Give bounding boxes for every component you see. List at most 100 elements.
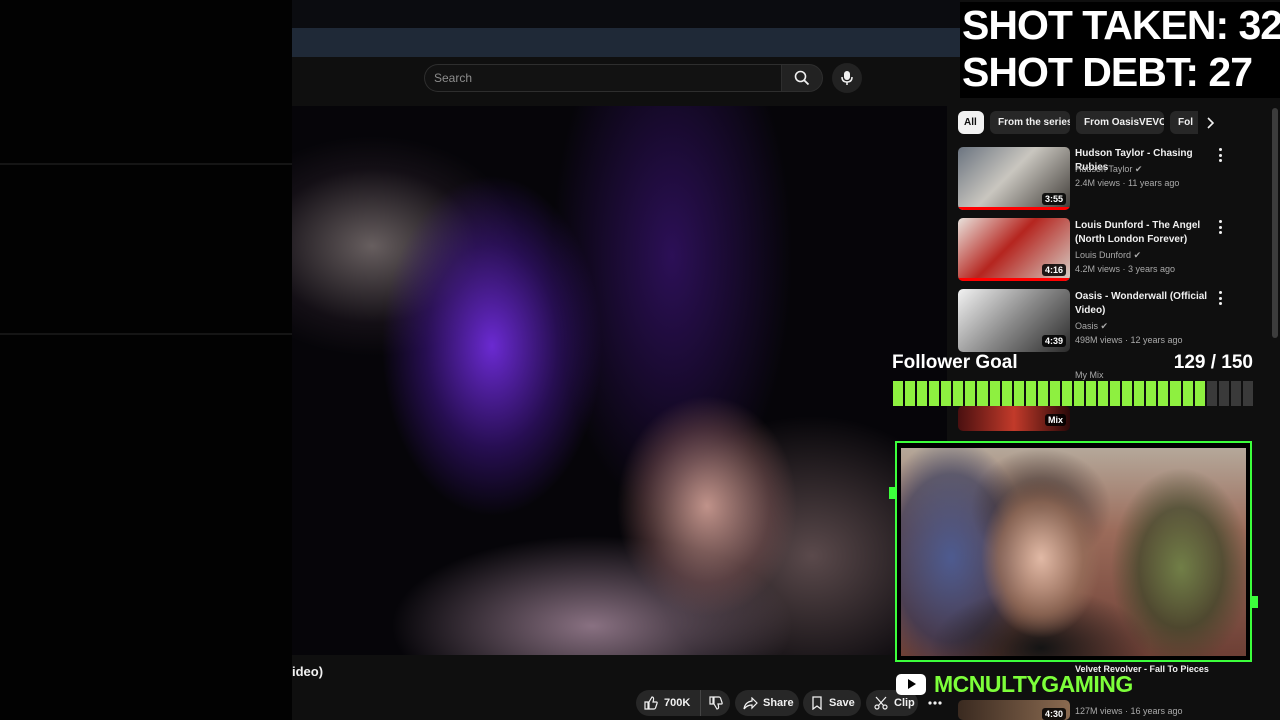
- goal-segment: [1122, 381, 1133, 406]
- browser-address-bar[interactable]: [292, 28, 960, 57]
- video-duration: 4:30: [1041, 708, 1066, 720]
- sidebar-scrollbar[interactable]: [1272, 108, 1278, 338]
- like-dislike-group: 700K: [636, 690, 730, 716]
- chip-all[interactable]: All: [958, 111, 984, 134]
- goal-segment: [1086, 381, 1097, 406]
- recommendation-channel[interactable]: Hudson Taylor ✔: [1075, 164, 1142, 175]
- youtube-logo-icon: [896, 673, 926, 695]
- save-button[interactable]: Save: [803, 690, 861, 716]
- goal-segment: [929, 381, 940, 406]
- goal-segment: [1049, 381, 1060, 406]
- goal-segment: [1218, 381, 1229, 406]
- goal-segment: [1146, 381, 1157, 406]
- goal-segment: [1230, 381, 1241, 406]
- search-icon: [794, 70, 810, 86]
- chips-next-button[interactable]: [1200, 111, 1220, 134]
- recommendation-menu-button[interactable]: [1216, 291, 1224, 305]
- goal-segment: [1037, 381, 1048, 406]
- goal-segment: [989, 381, 1000, 406]
- verified-icon: ✔: [1100, 321, 1109, 331]
- recommendation-meta: 498M views · 12 years ago: [1075, 335, 1183, 345]
- goal-segment: [1194, 381, 1205, 406]
- recommendation-menu-button[interactable]: [1216, 220, 1224, 234]
- goal-segment: [1001, 381, 1012, 406]
- chevron-right-icon: [1207, 116, 1214, 129]
- recommendation-menu-button[interactable]: [1216, 148, 1224, 162]
- goal-segment: [893, 381, 904, 406]
- follower-goal-label: Follower Goal: [892, 352, 1018, 373]
- recommendation-meta: 2.4M views · 11 years ago: [1075, 178, 1180, 188]
- thumbs-up-icon: [644, 696, 658, 710]
- clip-label: Clip: [894, 697, 915, 709]
- recommendation-channel[interactable]: Louis Dunford ✔: [1075, 250, 1141, 261]
- goal-segment: [1170, 381, 1181, 406]
- video-thumbnail[interactable]: 4:30: [958, 700, 1070, 720]
- webcam-feed: [901, 448, 1246, 656]
- webcam-frame-marker: [1252, 596, 1258, 608]
- video-duration: 3:55: [1041, 193, 1066, 205]
- thumbs-down-icon: [709, 696, 723, 710]
- goal-segment: [953, 381, 964, 406]
- goal-segment: [917, 381, 928, 406]
- goal-segment: [1025, 381, 1036, 406]
- goal-segment: [1206, 381, 1217, 406]
- goal-segment: [1013, 381, 1024, 406]
- voice-search-button[interactable]: [832, 63, 862, 93]
- more-horizontal-icon: [928, 701, 942, 705]
- channel-tag: MCNULTYGAMING: [896, 671, 1133, 697]
- verified-icon: ✔: [1134, 164, 1143, 174]
- mix-badge: Mix: [1044, 414, 1066, 426]
- shot-taken-text: SHOT TAKEN: 32: [962, 2, 1280, 48]
- video-duration: 4:16: [1041, 264, 1066, 276]
- webcam-frame-marker: [889, 487, 895, 499]
- recommendation-meta: 127M views · 16 years ago: [1075, 706, 1183, 716]
- chip-from-the-series[interactable]: From the series: [990, 111, 1070, 134]
- verified-icon: ✔: [1133, 250, 1142, 260]
- goal-segment: [965, 381, 976, 406]
- chip-following[interactable]: Fol: [1170, 111, 1198, 134]
- save-label: Save: [829, 697, 855, 709]
- goal-segment: [977, 381, 988, 406]
- search-input[interactable]: Search: [424, 64, 781, 92]
- goal-segment: [1134, 381, 1145, 406]
- goal-segment: [1061, 381, 1072, 406]
- goal-segment: [1158, 381, 1169, 406]
- video-thumbnail[interactable]: 4:16: [958, 218, 1070, 281]
- goal-segment: [1073, 381, 1084, 406]
- goal-segment: [905, 381, 916, 406]
- video-thumbnail[interactable]: 3:55: [958, 147, 1070, 210]
- recommendation-channel[interactable]: Oasis ✔: [1075, 321, 1108, 332]
- recommendation-title[interactable]: Louis Dunford - The Angel (North London …: [1075, 219, 1215, 247]
- watch-progress-bar: [958, 207, 1070, 210]
- search-button[interactable]: [781, 64, 823, 92]
- like-button[interactable]: 700K: [636, 690, 702, 716]
- panel-divider: [0, 163, 292, 165]
- channel-name: MCNULTYGAMING: [934, 670, 1133, 697]
- video-thumbnail[interactable]: 4:39: [958, 289, 1070, 352]
- browser-top-bar: [292, 0, 960, 28]
- scissors-icon: [874, 696, 888, 710]
- share-button[interactable]: Share: [735, 690, 799, 716]
- watch-progress-bar: [958, 278, 1070, 281]
- left-dark-panel: [0, 0, 292, 720]
- video-player[interactable]: [292, 106, 947, 655]
- recommendation-title[interactable]: Oasis - Wonderwall (Official Video): [1075, 290, 1215, 318]
- like-count: 700K: [664, 697, 691, 709]
- dislike-button[interactable]: [701, 690, 730, 716]
- panel-divider: [0, 333, 292, 335]
- video-title: ideo): [292, 664, 324, 679]
- goal-segment: [1242, 381, 1253, 406]
- goal-segment: [1182, 381, 1193, 406]
- chip-from-oasisvevo[interactable]: From OasisVEVO: [1076, 111, 1164, 134]
- recommendation-meta: 4.2M views · 3 years ago: [1075, 264, 1176, 274]
- goal-segment: [941, 381, 952, 406]
- goal-segment: [1110, 381, 1121, 406]
- bookmark-icon: [812, 696, 822, 710]
- follower-goal-count: 129 / 150: [1173, 352, 1253, 373]
- goal-segment: [1098, 381, 1109, 406]
- shot-debt-text: SHOT DEBT: 27: [962, 49, 1253, 95]
- microphone-icon: [841, 71, 853, 85]
- follower-goal-progress-bar: [893, 381, 1253, 406]
- share-icon: [743, 696, 758, 709]
- video-duration: 4:39: [1041, 335, 1066, 347]
